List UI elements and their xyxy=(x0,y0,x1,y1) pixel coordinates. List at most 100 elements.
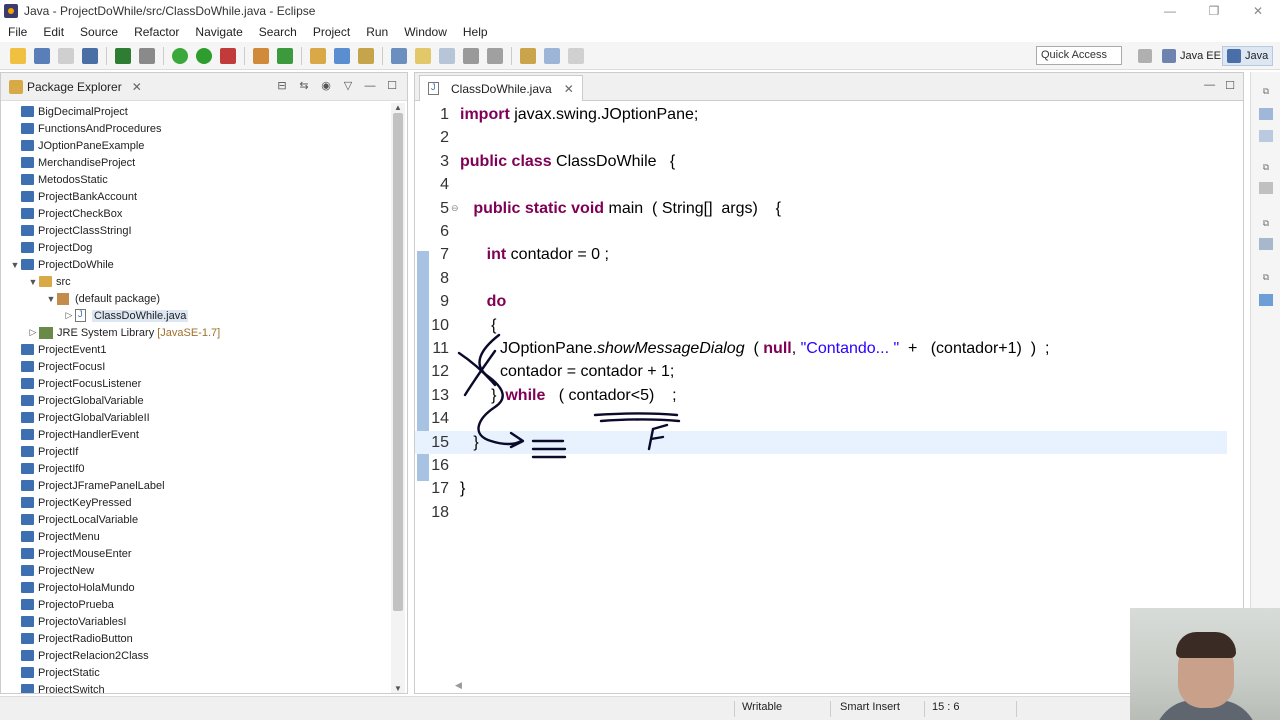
minimize-icon[interactable]: — xyxy=(363,79,377,93)
tree-item[interactable]: ProjectoPrueba xyxy=(1,596,389,613)
code-line[interactable]: 15 } xyxy=(415,430,1227,454)
tree-item[interactable]: ProjectoHolaMundo xyxy=(1,579,389,596)
chevron-right-icon[interactable]: ▷ xyxy=(63,310,75,321)
code-line[interactable]: 6 xyxy=(415,220,1227,243)
menu-source[interactable]: Source xyxy=(72,25,126,39)
close-icon[interactable]: ✕ xyxy=(1236,0,1280,22)
new-java-package-icon[interactable] xyxy=(253,47,269,64)
tree-item[interactable]: ▼ (default package) xyxy=(1,290,389,307)
tree-item[interactable]: BigDecimalProject xyxy=(1,103,389,120)
chevron-right-icon[interactable]: ▷ xyxy=(27,327,39,338)
new-java-class-icon[interactable] xyxy=(277,47,293,64)
hierarchy-icon[interactable] xyxy=(1259,238,1273,250)
toggle-mark-occurrences-icon[interactable] xyxy=(391,47,407,64)
view-menu-icon[interactable]: ▽ xyxy=(341,79,355,93)
code-line[interactable]: 14 xyxy=(415,407,1227,430)
code-line[interactable]: 5 ⊖ public static void main ( String[] ar… xyxy=(415,197,1227,220)
code-line[interactable]: 11 JOptionPane.showMessageDialog ( null,… xyxy=(415,337,1227,360)
maximize-icon[interactable]: ☐ xyxy=(385,79,399,93)
tree-item[interactable]: ProjectMenu xyxy=(1,528,389,545)
code-line[interactable]: 9 do xyxy=(415,290,1227,313)
save-icon[interactable] xyxy=(34,47,50,64)
package-explorer-scrollbar[interactable]: ▲ ▼ xyxy=(391,103,405,693)
open-perspective-button[interactable] xyxy=(1134,46,1156,66)
chevron-down-icon[interactable]: ▼ xyxy=(45,294,57,304)
restore-icon[interactable]: ⧉ xyxy=(1259,86,1273,98)
tree-item[interactable]: JOptionPaneExample xyxy=(1,137,389,154)
back-icon[interactable] xyxy=(544,47,560,64)
external-tools-icon[interactable] xyxy=(220,47,236,64)
new-icon[interactable] xyxy=(10,47,26,64)
open-type-icon[interactable] xyxy=(310,47,326,64)
link-with-editor-icon[interactable]: ⇆ xyxy=(297,79,311,93)
scrollbar-thumb[interactable] xyxy=(393,113,403,611)
forward-icon[interactable] xyxy=(568,47,584,64)
minimize-icon[interactable]: — xyxy=(1204,79,1215,92)
skip-breakpoints-icon[interactable] xyxy=(139,47,155,64)
next-annotation-icon[interactable] xyxy=(463,47,479,64)
tree-item[interactable]: ProjectoVariablesI xyxy=(1,613,389,630)
tree-item[interactable]: ProjectClassStringI xyxy=(1,222,389,239)
code-line[interactable]: 1 import javax.swing.JOptionPane; xyxy=(415,103,1227,126)
package-explorer-tab[interactable]: Package Explorer ✕ xyxy=(9,79,142,94)
tree-item[interactable]: ProjectDog xyxy=(1,239,389,256)
tree-item[interactable]: ▷ JRE System Library [JavaSE-1.7] xyxy=(1,324,389,341)
chevron-down-icon[interactable]: ▼ xyxy=(27,277,39,287)
menu-file[interactable]: File xyxy=(0,25,35,39)
tree-item[interactable]: ProjectIf0 xyxy=(1,460,389,477)
tree-item[interactable]: ProjectIf xyxy=(1,443,389,460)
tree-item[interactable]: ProjectKeyPressed xyxy=(1,494,389,511)
tree-item[interactable]: ProjectRelacion2Class xyxy=(1,647,389,664)
editor-horizontal-scroll[interactable]: ◀ xyxy=(455,680,462,691)
menu-search[interactable]: Search xyxy=(251,25,305,39)
fold-toggle-icon[interactable]: ⊖ xyxy=(451,197,459,220)
restore-icon[interactable]: ⧉ xyxy=(1259,162,1273,174)
run-icon[interactable] xyxy=(196,47,212,64)
tree-item[interactable]: ProjectGlobalVariable xyxy=(1,392,389,409)
tree-item[interactable]: ProjectEvent1 xyxy=(1,341,389,358)
tree-item[interactable]: ProjectFocusListener xyxy=(1,375,389,392)
code-line[interactable]: 12 contador = contador + 1; xyxy=(415,360,1227,383)
menu-help[interactable]: Help xyxy=(455,25,496,39)
tree-item[interactable]: ProjectBankAccount xyxy=(1,188,389,205)
code-line[interactable]: 13 } while ( contador<5) ; xyxy=(415,384,1227,407)
scroll-up-icon[interactable]: ▲ xyxy=(391,103,405,112)
code-line[interactable]: 3 public class ClassDoWhile { xyxy=(415,150,1227,173)
code-line[interactable]: 8 xyxy=(415,267,1227,290)
open-task-icon[interactable] xyxy=(334,47,350,64)
tree-item[interactable]: ProjectRadioButton xyxy=(1,630,389,647)
debug-icon[interactable] xyxy=(172,47,188,64)
close-icon[interactable]: ✕ xyxy=(132,80,142,94)
code-line[interactable]: 16 xyxy=(415,454,1227,477)
tree-item[interactable]: ProjectCheckBox xyxy=(1,205,389,222)
print-icon[interactable] xyxy=(82,47,98,64)
tree-item[interactable]: FunctionsAndProcedures xyxy=(1,120,389,137)
search-icon[interactable] xyxy=(358,47,374,64)
tree-item[interactable]: MetodosStatic xyxy=(1,171,389,188)
tree-item[interactable]: ▼ src xyxy=(1,273,389,290)
tree-item[interactable]: ProjectGlobalVariableII xyxy=(1,409,389,426)
chevron-down-icon[interactable]: ▼ xyxy=(9,260,21,270)
menu-project[interactable]: Project xyxy=(305,25,358,39)
tree-item[interactable]: ▷ ClassDoWhile.java xyxy=(1,307,389,324)
menu-refactor[interactable]: Refactor xyxy=(126,25,187,39)
last-edit-location-icon[interactable] xyxy=(520,47,536,64)
focus-icon[interactable]: ◉ xyxy=(319,79,333,93)
tree-item[interactable]: ProjectLocalVariable xyxy=(1,511,389,528)
code-line[interactable]: 17} xyxy=(415,477,1227,500)
outline-icon[interactable] xyxy=(1259,130,1273,142)
quick-access-field[interactable]: Quick Access xyxy=(1036,46,1122,65)
task-list-icon[interactable] xyxy=(1259,108,1273,120)
maximize-icon[interactable]: ☐ xyxy=(1225,79,1235,92)
save-all-icon[interactable] xyxy=(58,47,74,64)
tree-item[interactable]: ▼ ProjectDoWhile xyxy=(1,256,389,273)
show-whitespace-icon[interactable] xyxy=(439,47,455,64)
code-line[interactable]: 18 xyxy=(415,501,1227,524)
perspective-java[interactable]: Java xyxy=(1222,46,1274,66)
restore-icon[interactable]: ⧉ xyxy=(1259,272,1273,284)
menu-run[interactable]: Run xyxy=(358,25,396,39)
collapse-all-icon[interactable]: ⊟ xyxy=(275,79,289,93)
restore-icon[interactable]: ⧉ xyxy=(1259,218,1273,230)
code-line[interactable]: 4 xyxy=(415,173,1227,196)
code-area[interactable]: 1 import javax.swing.JOptionPane; 2 3 public… xyxy=(415,103,1227,679)
